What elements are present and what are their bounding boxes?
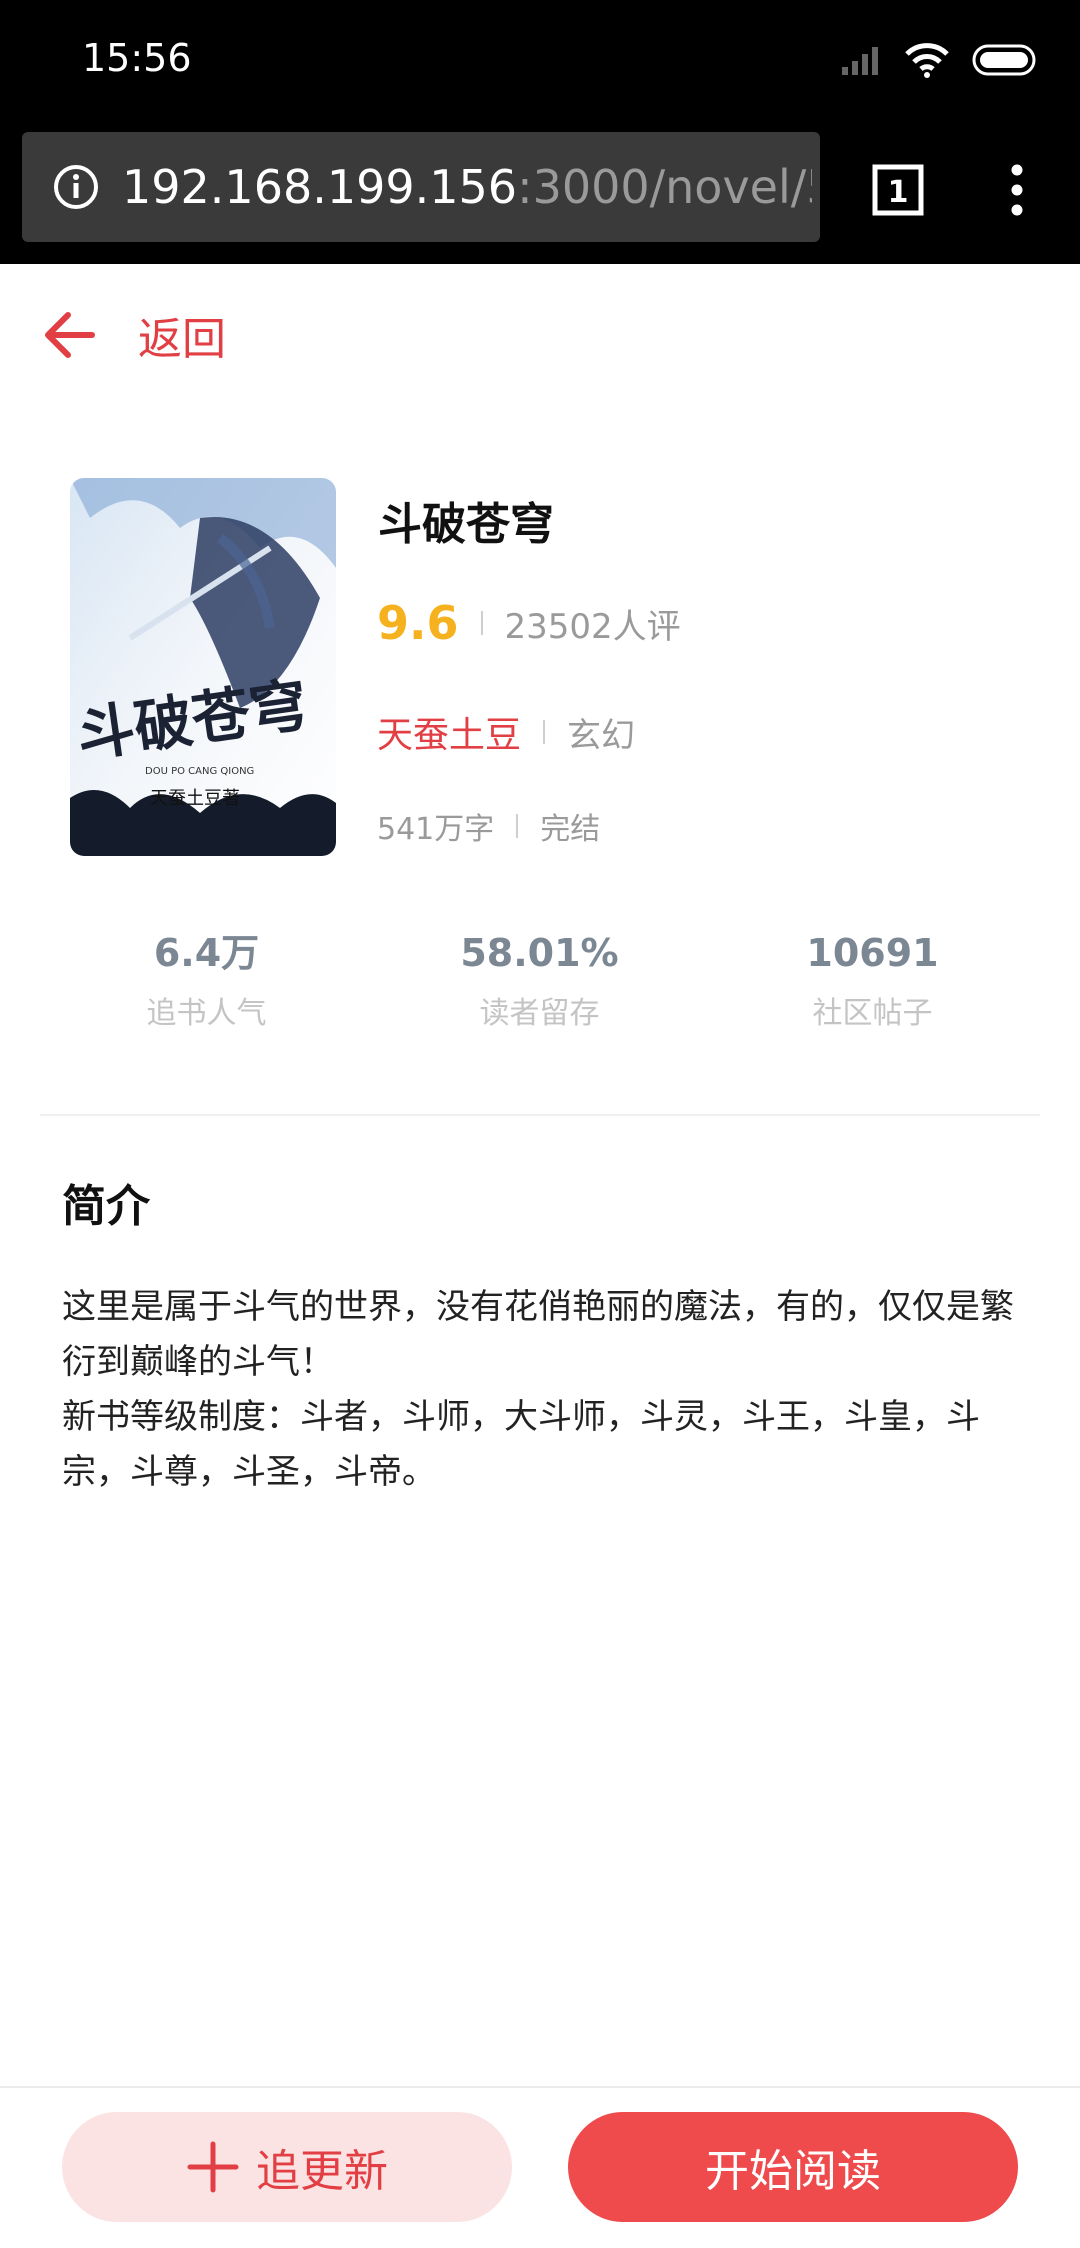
stat-value: 58.01% [460, 931, 619, 975]
status-icons [842, 38, 1040, 82]
divider [480, 611, 483, 635]
stat-popularity: 6.4万 追书人气 [40, 926, 373, 1034]
read-label: 开始阅读 [705, 2146, 881, 2197]
browser-toolbar: 192.168.199.156:3000/novel/5086 1 [0, 120, 1080, 264]
intro-text: 这里是属于斗气的世界，没有花俏艳丽的魔法，有的，仅仅是繁衍到巅峰的斗气！ 新书等… [62, 1287, 1014, 1492]
stat-value: 10691 [806, 931, 939, 975]
author-link[interactable]: 天蚕土豆 [377, 706, 521, 758]
intro-heading: 简介 [62, 1181, 150, 1232]
bottom-divider [0, 2086, 1080, 2088]
stat-label: 读者留存 [479, 996, 600, 1031]
back-button[interactable]: 返回 [40, 300, 226, 370]
battery-icon [972, 44, 1036, 76]
rating-count: 23502人评 [504, 606, 681, 647]
genre-label: 玄幻 [567, 715, 636, 756]
overflow-menu-button[interactable] [1002, 160, 1032, 220]
address-bar[interactable]: 192.168.199.156:3000/novel/5086 [22, 132, 820, 242]
url-path: :3000/novel/5086 [517, 160, 812, 214]
stat-retention: 58.01% 读者留存 [373, 926, 706, 1034]
url-text[interactable]: 192.168.199.156:3000/novel/5086 [122, 158, 812, 216]
stat-value: 6.4万 [153, 931, 260, 975]
stat-label: 追书人气 [146, 996, 267, 1031]
cover-author: 天蚕土豆著 [150, 788, 240, 809]
tab-count: 1 [888, 175, 909, 210]
follow-updates-button[interactable]: 追更新 [62, 2112, 512, 2222]
stat-posts: 10691 社区帖子 [706, 926, 1039, 1034]
tab-switcher-button[interactable]: 1 [872, 164, 924, 216]
rating-row: 9.6 23502人评 [377, 596, 681, 650]
cover-pinyin: DOU PO CANG QIONG [145, 766, 254, 777]
book-status: 完结 [540, 812, 601, 847]
book-title: 斗破苍穹 [378, 499, 554, 550]
meta-row: 541万字 完结 [377, 804, 600, 848]
book-cover: 斗破苍穹 DOU PO CANG QIONG 天蚕土豆著 [70, 478, 336, 856]
wifi-icon [905, 43, 949, 78]
tab-count-icon: 1 [872, 164, 924, 216]
url-host: 192.168.199.156 [122, 160, 518, 214]
info-icon[interactable] [52, 163, 100, 211]
author-row: 天蚕土豆 玄幻 [377, 706, 635, 758]
rating-score: 9.6 [377, 596, 459, 650]
back-label: 返回 [138, 314, 226, 365]
divider [543, 720, 546, 744]
divider [516, 814, 519, 838]
more-vert-icon [1011, 164, 1023, 216]
word-count: 541万字 [377, 812, 495, 847]
status-time: 15:56 [82, 36, 192, 80]
start-reading-button[interactable]: 开始阅读 [568, 2112, 1018, 2222]
signal-icon [842, 47, 878, 75]
section-divider [40, 1114, 1040, 1116]
stat-label: 社区帖子 [812, 996, 933, 1031]
plus-icon [187, 2141, 239, 2193]
back-arrow-icon [45, 312, 95, 358]
follow-label: 追更新 [256, 2146, 388, 2197]
status-bar: 15:56 [0, 0, 1080, 120]
